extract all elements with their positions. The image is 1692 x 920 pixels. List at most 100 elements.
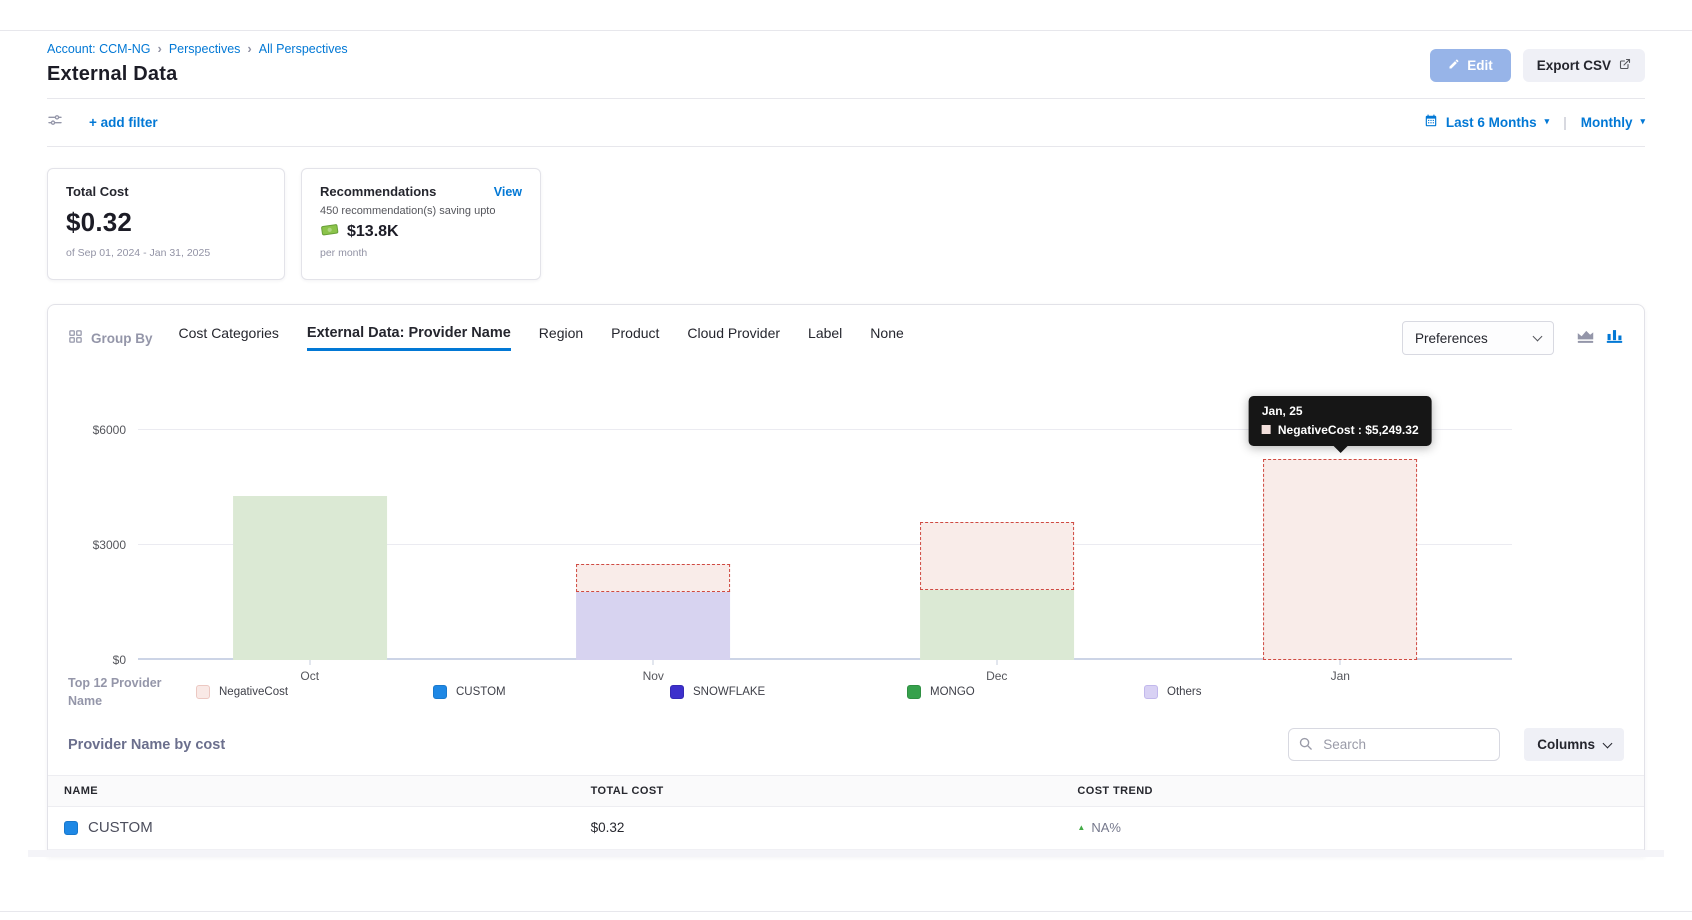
group-by-row: Group By Cost Categories External Data: P… xyxy=(68,321,1624,355)
page-header: Account: CCM-NG › Perspectives › All Per… xyxy=(47,31,1645,99)
export-csv-button[interactable]: Export CSV xyxy=(1523,49,1645,82)
edit-button[interactable]: Edit xyxy=(1430,49,1511,82)
y-axis-label: $6000 xyxy=(93,423,126,437)
bar-dec-mongo[interactable] xyxy=(920,590,1074,660)
legend-label: Others xyxy=(1167,686,1202,698)
tab-external-data-provider-name[interactable]: External Data: Provider Name xyxy=(307,325,511,351)
legend-item-snowflake[interactable]: SNOWFLAKE xyxy=(670,685,907,699)
legend-label: NegativeCost xyxy=(219,686,288,698)
breadcrumb-separator: › xyxy=(158,41,162,56)
column-header-cost-trend[interactable]: COST TREND xyxy=(1077,785,1644,797)
x-axis-tick xyxy=(1340,660,1341,665)
bar-nov-negativecost[interactable] xyxy=(576,564,730,592)
provider-swatch xyxy=(64,821,78,835)
table-next-row-sliver xyxy=(28,850,1664,857)
legend-swatch-custom xyxy=(433,685,447,699)
trend-up-icon: ▲ xyxy=(1077,823,1085,832)
table-header-row: NAMETOTAL COSTCOST TREND xyxy=(48,775,1644,807)
table-row[interactable]: CUSTOM $0.32▲ NA% xyxy=(48,807,1644,850)
recommendations-label: Recommendations xyxy=(320,184,436,199)
trend-value: NA% xyxy=(1091,820,1121,835)
total-cost-value: $0.32 xyxy=(66,207,266,238)
area-chart-toggle-icon[interactable] xyxy=(1576,327,1595,349)
bar-oct-mongo[interactable] xyxy=(233,496,387,660)
x-axis-label-dec: Dec xyxy=(986,669,1007,683)
recommendations-amount: $13.8K xyxy=(347,223,399,241)
money-icon xyxy=(320,222,340,242)
total-cost-label: Total Cost xyxy=(66,184,266,199)
legend-swatch-others xyxy=(1144,685,1158,699)
external-link-icon xyxy=(1619,58,1631,73)
breadcrumb-all-perspectives[interactable]: All Perspectives xyxy=(259,42,348,56)
search-input[interactable] xyxy=(1288,728,1500,761)
bar-dec-negativecost[interactable] xyxy=(920,522,1074,590)
tooltip-series-value: NegativeCost : $5,249.32 xyxy=(1278,423,1419,437)
recommendations-card: Recommendations View 450 recommendation(… xyxy=(301,168,541,280)
bar-chart-toggle-icon[interactable] xyxy=(1605,327,1624,349)
column-header-name[interactable]: NAME xyxy=(48,785,591,797)
page-title: External Data xyxy=(47,63,348,86)
bar-nov-others[interactable] xyxy=(576,592,730,660)
filter-settings-icon[interactable] xyxy=(47,112,63,133)
chart-tooltip: Jan, 25NegativeCost : $5,249.32 xyxy=(1249,396,1432,446)
legend-item-others[interactable]: Others xyxy=(1144,685,1381,699)
tab-region[interactable]: Region xyxy=(539,325,583,351)
preferences-dropdown[interactable]: Preferences xyxy=(1402,321,1554,355)
cell-cost-trend: ▲ NA% xyxy=(1077,820,1644,835)
calendar-icon xyxy=(1424,114,1438,131)
recommendations-line1: 450 recommendation(s) saving upto xyxy=(320,205,522,217)
export-csv-label: Export CSV xyxy=(1537,58,1611,73)
columns-button[interactable]: Columns xyxy=(1524,728,1624,761)
group-by-icon xyxy=(68,329,83,347)
tab-cost-categories[interactable]: Cost Categories xyxy=(179,325,279,351)
chevron-down-icon xyxy=(1603,739,1613,749)
chart-plot-area[interactable]: $0$3000$6000OctNovDecJanJan, 25NegativeC… xyxy=(138,395,1512,660)
edit-button-label: Edit xyxy=(1467,58,1493,73)
column-header-total-cost[interactable]: TOTAL COST xyxy=(591,785,1078,797)
group-by-label: Group By xyxy=(91,331,153,346)
legend-label: CUSTOM xyxy=(456,686,506,698)
table-search xyxy=(1288,728,1500,761)
recommendations-view-link[interactable]: View xyxy=(494,185,522,199)
pencil-icon xyxy=(1448,58,1460,73)
bar-jan-negativecost[interactable] xyxy=(1263,459,1417,660)
cell-name: CUSTOM xyxy=(48,819,591,836)
breadcrumb: Account: CCM-NG › Perspectives › All Per… xyxy=(47,41,348,56)
add-filter-button[interactable]: + add filter xyxy=(89,115,158,130)
legend-label: MONGO xyxy=(930,686,975,698)
tab-cloud-provider[interactable]: Cloud Provider xyxy=(687,325,780,351)
x-axis-label-oct: Oct xyxy=(300,669,319,683)
group-by-tabs: Cost Categories External Data: Provider N… xyxy=(179,325,904,351)
page-bottom-divider xyxy=(0,911,1692,912)
total-cost-card: Total Cost $0.32 of Sep 01, 2024 - Jan 3… xyxy=(47,168,285,280)
granularity-dropdown[interactable]: Monthly xyxy=(1581,115,1633,130)
tooltip-series-swatch xyxy=(1262,425,1271,434)
caret-down-icon: ▾ xyxy=(1640,116,1645,127)
provider-name: CUSTOM xyxy=(88,819,153,836)
provider-cost-table: NAMETOTAL COSTCOST TREND CUSTOM $0.32▲ NA% xyxy=(48,775,1644,857)
legend-label: SNOWFLAKE xyxy=(693,686,765,698)
cost-chart: $0$3000$6000OctNovDecJanJan, 25NegativeC… xyxy=(68,395,1624,660)
legend-swatch-negativecost xyxy=(196,685,210,699)
y-axis-label: $3000 xyxy=(93,538,126,552)
cell-total-cost: $0.32 xyxy=(591,820,1078,835)
breadcrumb-account[interactable]: Account: CCM-NG xyxy=(47,42,151,56)
legend-title: Top 12 Provider Name xyxy=(68,674,196,710)
breadcrumb-perspectives[interactable]: Perspectives xyxy=(169,42,241,56)
legend-swatch-snowflake xyxy=(670,685,684,699)
x-axis-tick xyxy=(309,660,310,665)
legend-item-custom[interactable]: CUSTOM xyxy=(433,685,670,699)
caret-down-icon: ▾ xyxy=(1545,116,1550,127)
legend-item-mongo[interactable]: MONGO xyxy=(907,685,1144,699)
tab-product[interactable]: Product xyxy=(611,325,659,351)
perspective-panel: Group By Cost Categories External Data: P… xyxy=(47,304,1645,857)
legend-item-negativecost[interactable]: NegativeCost xyxy=(196,685,433,699)
x-axis-tick xyxy=(996,660,997,665)
x-axis-label-nov: Nov xyxy=(643,669,664,683)
tab-label[interactable]: Label xyxy=(808,325,842,351)
date-range-dropdown[interactable]: Last 6 Months xyxy=(1446,115,1537,130)
recommendations-line2: per month xyxy=(320,247,522,259)
total-cost-period: of Sep 01, 2024 - Jan 31, 2025 xyxy=(66,247,266,259)
search-icon xyxy=(1298,736,1313,756)
tab-none[interactable]: None xyxy=(870,325,903,351)
